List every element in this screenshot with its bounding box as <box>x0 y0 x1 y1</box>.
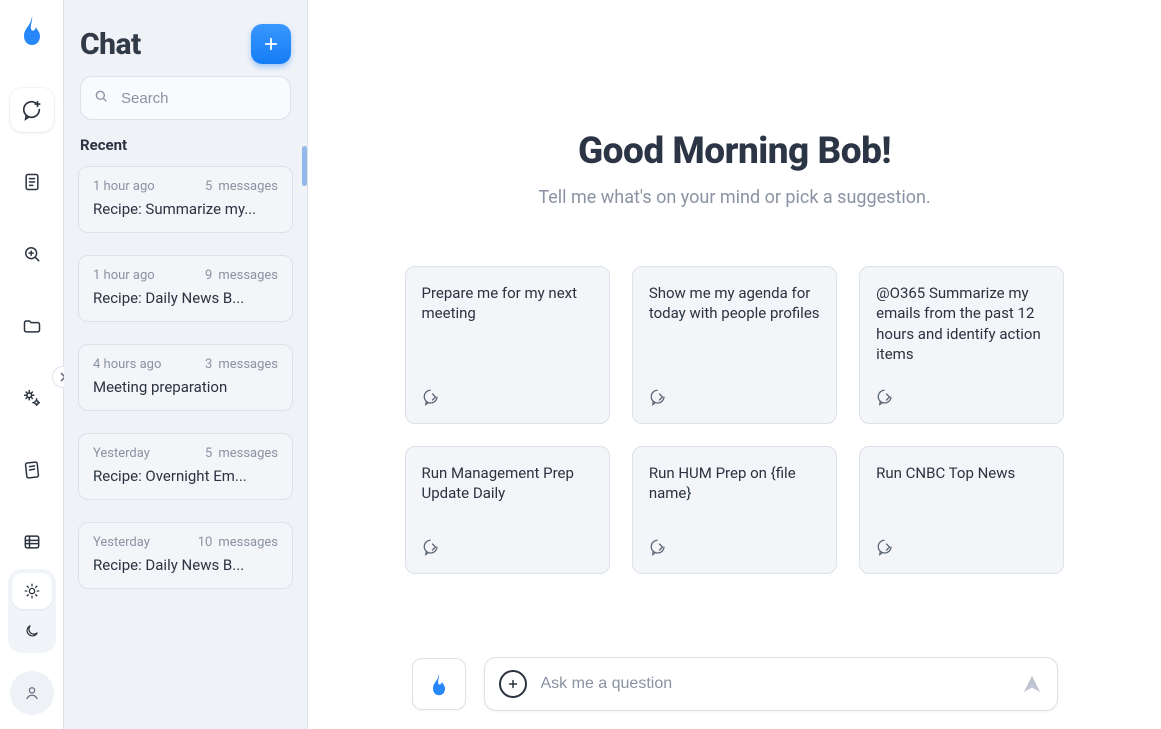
main-area: Good Morning Bob! Tell me what's on your… <box>308 0 1161 729</box>
search-input[interactable] <box>119 89 322 108</box>
chat-add-icon[interactable] <box>10 88 54 132</box>
theme-toggle-group <box>8 569 56 653</box>
suggestion-card[interactable]: Show me my agenda for today with people … <box>632 266 837 424</box>
gears-icon[interactable] <box>10 376 54 420</box>
sun-icon[interactable] <box>12 573 52 609</box>
suggestion-text: Run Management Prep Update Daily <box>422 463 593 504</box>
conv-count-label: messages <box>218 446 278 461</box>
chat-arrow-icon <box>649 538 820 561</box>
conv-count: 3 <box>205 357 212 372</box>
notebook-icon[interactable] <box>10 448 54 492</box>
conv-title-line: Meeting preparation <box>93 378 278 396</box>
conv-time: 4 hours ago <box>93 357 161 372</box>
suggestion-text: Show me my agenda for today with people … <box>649 283 820 324</box>
search-icon <box>93 88 109 108</box>
scroll-indicator[interactable] <box>302 146 307 186</box>
conv-title-line: Recipe: Summarize my... <box>93 200 278 218</box>
hero: Good Morning Bob! Tell me what's on your… <box>308 0 1161 208</box>
suggestion-card[interactable]: @O365 Summarize my emails from the past … <box>859 266 1064 424</box>
chat-arrow-icon <box>422 388 593 411</box>
chat-arrow-icon <box>876 388 1047 411</box>
conv-count-label: messages <box>218 179 278 194</box>
user-avatar-icon[interactable] <box>10 671 54 715</box>
conversation-item[interactable]: 4 hours ago 3 messages Meeting preparatio… <box>78 344 293 411</box>
conv-header: Chat <box>64 0 307 76</box>
composer-logo-button[interactable] <box>412 658 466 710</box>
composer-box <box>484 657 1058 711</box>
conversation-item[interactable]: Yesterday 10 messages Recipe: Daily News … <box>78 522 293 589</box>
conv-title: Chat <box>80 27 141 62</box>
flame-logo-icon <box>18 12 46 48</box>
chat-arrow-icon <box>422 538 593 561</box>
suggestion-text: @O365 Summarize my emails from the past … <box>876 283 1047 364</box>
new-chat-button[interactable] <box>251 24 291 64</box>
folder-icon[interactable] <box>10 304 54 348</box>
hero-title: Good Morning Bob! <box>308 130 1161 173</box>
send-icon[interactable] <box>1021 673 1043 695</box>
composer-input[interactable] <box>539 674 1009 694</box>
search-box[interactable] <box>80 76 291 120</box>
conversation-item[interactable]: 1 hour ago 5 messages Recipe: Summarize m… <box>78 166 293 233</box>
composer <box>308 657 1161 711</box>
conv-time: Yesterday <box>93 535 150 550</box>
chat-arrow-icon <box>876 538 1047 561</box>
conversation-item[interactable]: Yesterday 5 messages Recipe: Overnight Em… <box>78 433 293 500</box>
conv-count-label: messages <box>218 535 278 550</box>
notes-icon[interactable] <box>10 160 54 204</box>
suggestion-card[interactable]: Run HUM Prep on {file name} <box>632 446 837 574</box>
rail-nav-icons <box>10 88 54 564</box>
chat-arrow-icon <box>649 388 820 411</box>
moon-icon[interactable] <box>12 613 52 649</box>
add-attachment-icon[interactable] <box>499 670 527 698</box>
conv-count: 5 <box>205 446 212 461</box>
conversation-item[interactable]: 1 hour ago 9 messages Recipe: Daily News … <box>78 255 293 322</box>
conv-count: 5 <box>205 179 212 194</box>
conv-count: 10 <box>198 535 213 550</box>
conv-time: 1 hour ago <box>93 179 155 194</box>
icon-rail <box>0 0 64 729</box>
suggestion-card[interactable]: Run CNBC Top News <box>859 446 1064 574</box>
table-icon[interactable] <box>10 520 54 564</box>
suggestion-card[interactable]: Run Management Prep Update Daily <box>405 446 610 574</box>
suggestion-grid: Prepare me for my next meeting Show me m… <box>405 266 1065 574</box>
conv-time: 1 hour ago <box>93 268 155 283</box>
suggestion-card[interactable]: Prepare me for my next meeting <box>405 266 610 424</box>
rail-bottom <box>0 569 63 715</box>
suggestion-text: Prepare me for my next meeting <box>422 283 593 324</box>
suggestion-text: Run CNBC Top News <box>876 463 1047 483</box>
conv-title-line: Recipe: Daily News B... <box>93 556 278 574</box>
search-zoom-icon[interactable] <box>10 232 54 276</box>
suggestion-text: Run HUM Prep on {file name} <box>649 463 820 504</box>
conversation-list: 1 hour ago 5 messages Recipe: Summarize m… <box>64 166 307 729</box>
conv-time: Yesterday <box>93 446 150 461</box>
conv-count-label: messages <box>218 268 278 283</box>
section-label-recent: Recent <box>64 130 307 166</box>
conv-title-line: Recipe: Overnight Em... <box>93 467 278 485</box>
conv-count-label: messages <box>218 357 278 372</box>
hero-subtitle: Tell me what's on your mind or pick a su… <box>308 187 1161 208</box>
conv-count: 9 <box>205 268 212 283</box>
conv-title-line: Recipe: Daily News B... <box>93 289 278 307</box>
conversations-panel: Chat Recent 1 hour ago 5 messages Recipe:… <box>64 0 308 729</box>
